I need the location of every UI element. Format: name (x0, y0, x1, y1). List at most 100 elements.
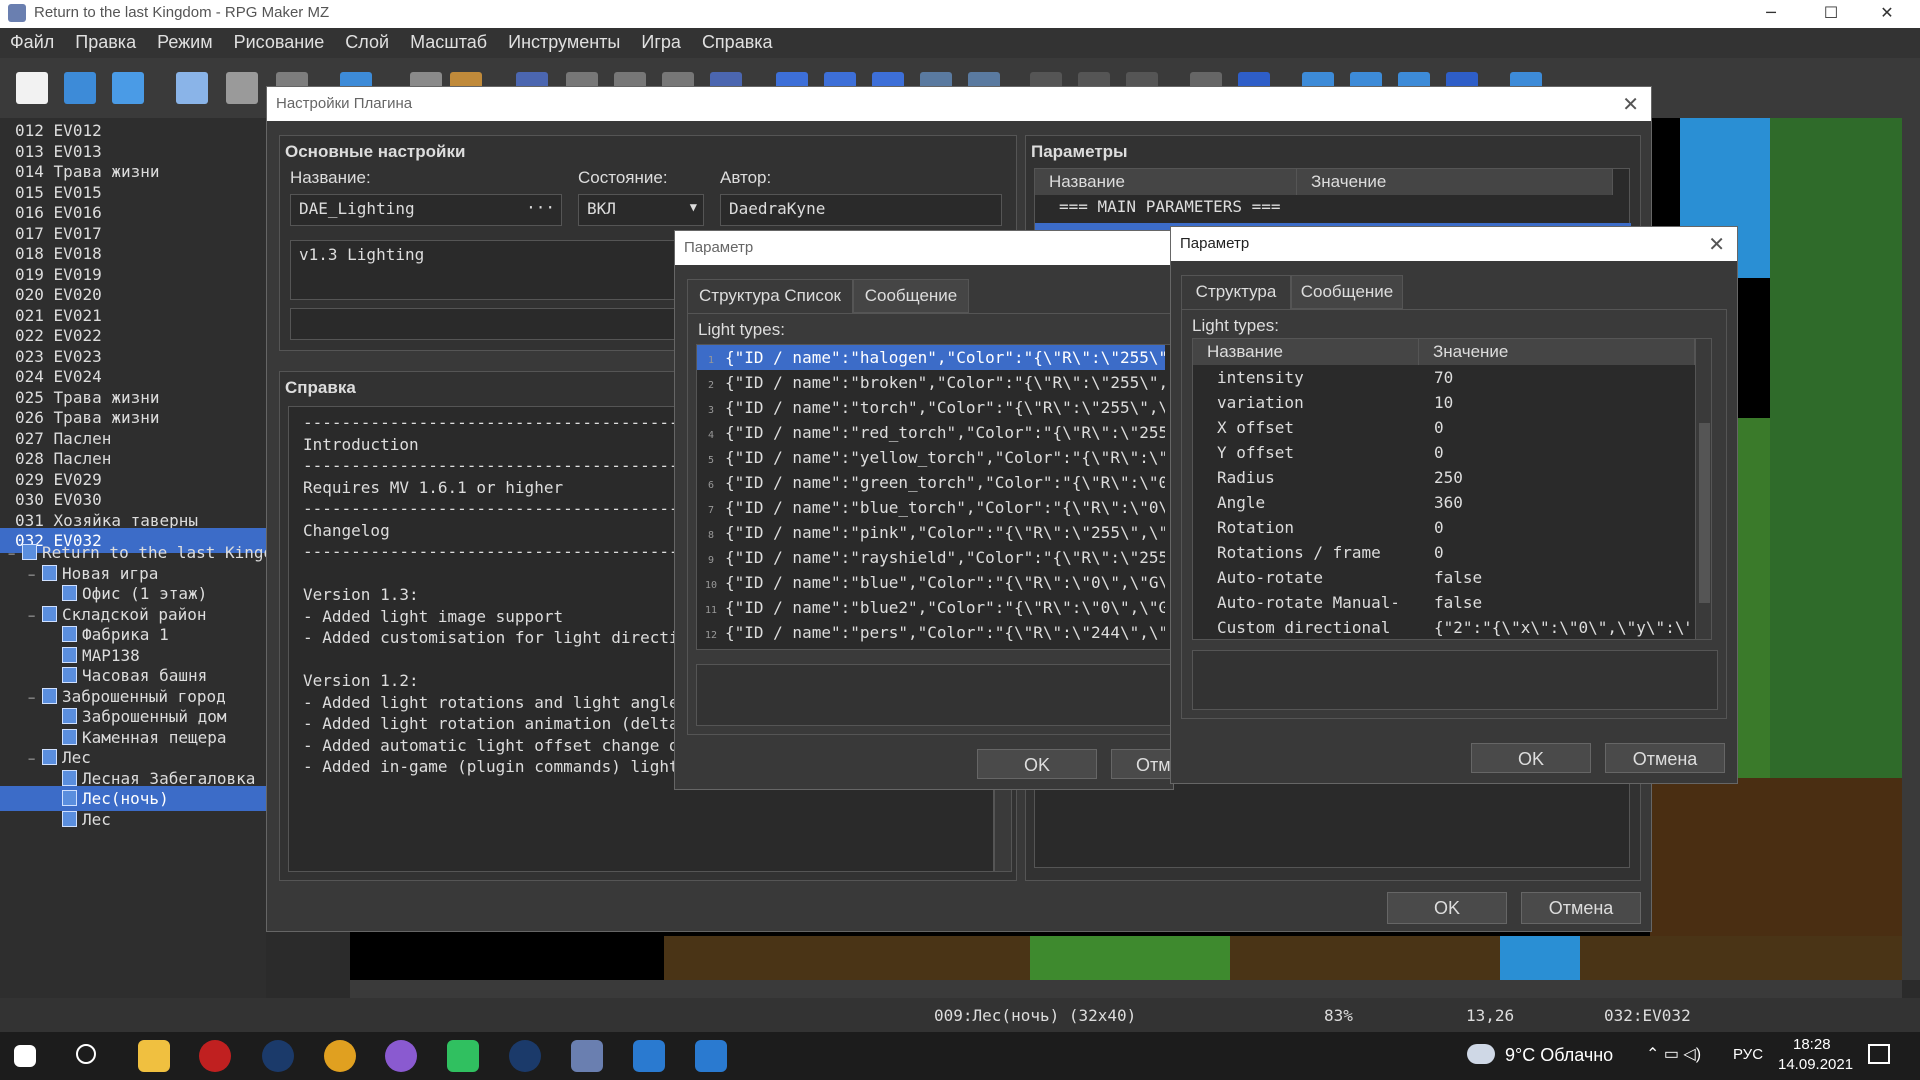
status-map: 009:Лес(ночь) (32x40) (934, 1006, 1137, 1025)
light-type-row[interactable]: 4 {"ID / name":"red_torch","Color":"{\"R\… (697, 420, 1165, 445)
struct-param-row[interactable]: Rotation 0 (1193, 515, 1693, 540)
params-col-name[interactable]: Название (1035, 169, 1297, 195)
light-type-row[interactable]: 6 {"ID / name":"green_torch","Color":"{\"… (697, 470, 1165, 495)
light-type-row[interactable]: 8 {"ID / name":"pink","Color":"{\"R\":\"2… (697, 520, 1165, 545)
save-project-icon[interactable] (112, 72, 144, 104)
light-type-row[interactable]: 1 {"ID / name":"halogen","Color":"{\"R\":… (697, 345, 1165, 370)
struct-param-row[interactable]: Angle 360 (1193, 490, 1693, 515)
tab-message[interactable]: Сообщение (853, 279, 969, 313)
menu-file[interactable]: Файл (10, 28, 54, 53)
system-tray-icons[interactable]: ⌃ ▭ ◁) (1646, 1044, 1701, 1064)
map-tree-label: Лесная Забегаловка (82, 768, 256, 788)
row-number: 11 (704, 605, 718, 616)
param1-cancel-button[interactable]: Отм (1111, 749, 1175, 779)
light-type-row[interactable]: 7 {"ID / name":"blue_torch","Color":"{\"R… (697, 495, 1165, 520)
menu-help[interactable]: Справка (702, 28, 773, 53)
steam-icon[interactable] (262, 1040, 294, 1072)
menu-layer[interactable]: Слой (345, 28, 389, 53)
plugin-cancel-button[interactable]: Отмена (1521, 892, 1641, 924)
struct-param-name: Auto-rotate Manual-o··· (1217, 593, 1397, 612)
menu-draw[interactable]: Рисование (234, 28, 325, 53)
main-params-row[interactable]: === MAIN PARAMETERS === (1059, 197, 1281, 216)
weather-text[interactable]: 9°C Облачно (1505, 1045, 1613, 1066)
light-type-row[interactable]: 3 {"ID / name":"torch","Color":"{\"R\":\"… (697, 395, 1165, 420)
param2-close-icon[interactable]: ✕ (1708, 232, 1725, 257)
params-col-value[interactable]: Значение (1297, 169, 1613, 195)
struct-param-row[interactable]: Radius 250 (1193, 465, 1693, 490)
struct-param-row[interactable]: Y offset 0 (1193, 440, 1693, 465)
language-indicator[interactable]: РУС (1733, 1046, 1763, 1063)
struct-param-row[interactable]: variation 10 (1193, 390, 1693, 415)
event-number: 013 (15, 141, 44, 161)
map-vertical-scrollbar[interactable] (1902, 118, 1920, 980)
map-icon (62, 810, 77, 827)
open-project-icon[interactable] (64, 72, 96, 104)
struct-col-name[interactable]: Название (1193, 339, 1419, 365)
name-field[interactable]: DAE_Lighting ··· (290, 194, 562, 226)
light-type-row[interactable]: 11 {"ID / name":"blue2","Color":"{\"R\":\… (697, 595, 1165, 620)
struct-param-row[interactable]: X offset 0 (1193, 415, 1693, 440)
copy-icon[interactable] (226, 72, 258, 104)
state-select[interactable]: ВКЛ ▼ (578, 194, 704, 226)
struct-param-row[interactable]: Auto-rotate false (1193, 565, 1693, 590)
status-coords: 13,26 (1466, 1006, 1515, 1025)
author-field[interactable]: DaedraKyne (720, 194, 1002, 226)
light-type-row[interactable]: 2 {"ID / name":"broken","Color":"{\"R\":\… (697, 370, 1165, 395)
light-type-row[interactable]: 12 {"ID / name":"pers","Color":"{\"R\":\"… (697, 620, 1165, 645)
struct-col-value[interactable]: Значение (1419, 339, 1695, 365)
close-button[interactable]: ✕ (1864, 0, 1910, 28)
menu-scale[interactable]: Масштаб (410, 28, 487, 53)
github-icon[interactable] (385, 1040, 417, 1072)
help-line: Requires MV 1.6.1 or higher (303, 477, 564, 497)
light-type-row[interactable]: 5 {"ID / name":"yellow_torch","Color":"{\… (697, 445, 1165, 470)
menu-mode[interactable]: Режим (157, 28, 213, 53)
plugin-dialog-close-icon[interactable]: ✕ (1622, 92, 1639, 117)
light-type-json: {"ID / name":"blue_torch","Color":"{\"R\… (725, 498, 1165, 517)
clock-date[interactable]: 14.09.2021 (1778, 1056, 1853, 1073)
notifications-icon[interactable] (1868, 1044, 1890, 1064)
menu-edit[interactable]: Правка (75, 28, 136, 53)
row-number: 5 (707, 455, 715, 466)
clock-time[interactable]: 18:28 (1793, 1036, 1831, 1053)
windows-start-icon[interactable] (14, 1045, 36, 1067)
chrome-icon[interactable] (324, 1040, 356, 1072)
app-green-icon[interactable] (447, 1040, 479, 1072)
param1-ok-button[interactable]: OK (977, 749, 1097, 779)
struct-param-row[interactable]: Custom directional o··· {"2":"{\"x\":\"0\… (1193, 615, 1693, 639)
light-type-row[interactable]: 10 {"ID / name":"blue","Color":"{\"R\":\"… (697, 570, 1165, 595)
search-icon[interactable] (76, 1044, 96, 1064)
struct-param-row[interactable]: Auto-rotate Manual-o··· false (1193, 590, 1693, 615)
menu-tools[interactable]: Инструменты (508, 28, 620, 53)
rpg-maker-icon[interactable] (571, 1040, 603, 1072)
struct-param-name: Radius (1217, 468, 1275, 487)
light-types-list[interactable]: 1 {"ID / name":"halogen","Color":"{\"R\":… (696, 344, 1176, 650)
map-horizontal-scrollbar[interactable] (350, 980, 1902, 998)
tab-structure-list[interactable]: Структура Список (687, 279, 853, 313)
app-blue-icon[interactable] (633, 1040, 665, 1072)
event-number: 022 (15, 326, 44, 345)
plugin-ok-button[interactable]: OK (1387, 892, 1507, 924)
event-name: EV029 (53, 469, 102, 489)
struct-param-name: Y offset (1217, 443, 1295, 462)
struct-param-row[interactable]: Rotations / frame 0 (1193, 540, 1693, 565)
steam-icon-2[interactable] (509, 1040, 541, 1072)
tab-structure[interactable]: Структура (1181, 275, 1291, 309)
tab-message-2[interactable]: Сообщение (1291, 275, 1403, 309)
param2-light-types-label: Light types: (1192, 316, 1279, 335)
struct-scroll-thumb[interactable] (1699, 423, 1710, 603)
light-type-row[interactable]: 9 {"ID / name":"rayshield","Color":"{\"R\… (697, 545, 1165, 570)
maximize-button[interactable]: ☐ (1808, 0, 1854, 28)
app-blue-icon-2[interactable] (695, 1040, 727, 1072)
minimize-button[interactable]: ─ (1748, 0, 1794, 28)
param2-ok-button[interactable]: OK (1471, 743, 1591, 773)
new-project-icon[interactable] (16, 72, 48, 104)
name-browse-button[interactable]: ··· (526, 198, 555, 217)
param2-cancel-button[interactable]: Отмена (1605, 743, 1725, 773)
file-explorer-icon[interactable] (138, 1040, 170, 1072)
cut-icon[interactable] (176, 72, 208, 104)
struct-scrollbar[interactable] (1695, 339, 1711, 639)
app-red-icon[interactable] (199, 1040, 231, 1072)
struct-param-row[interactable]: intensity 70 (1193, 365, 1693, 390)
event-name: EV012 (53, 121, 102, 140)
menu-game[interactable]: Игра (641, 28, 681, 53)
